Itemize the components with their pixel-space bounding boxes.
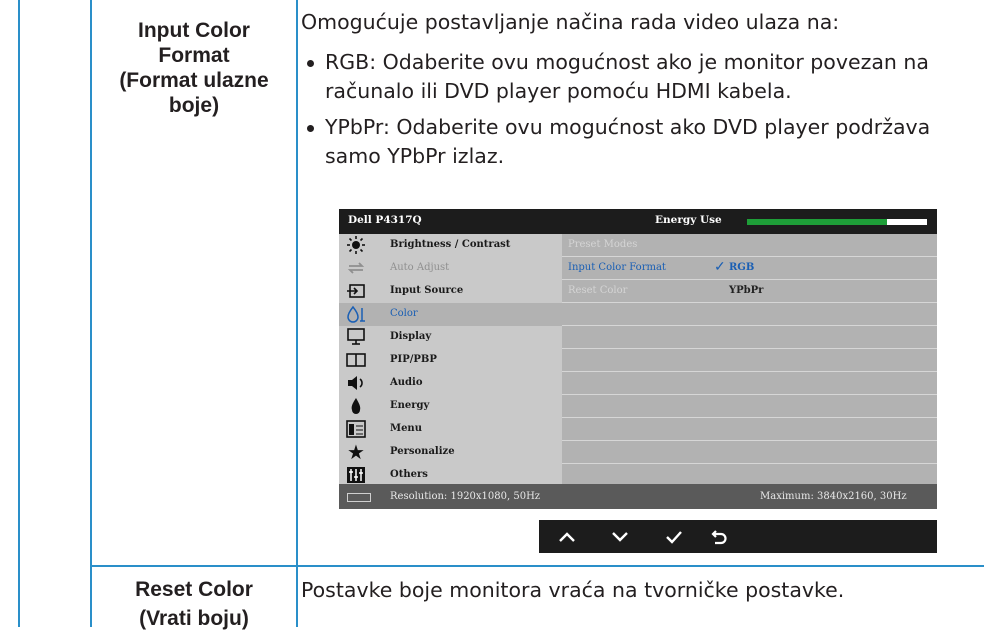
setting-name-input-color-format: Input Color Format (Format ulazne boje): [119, 19, 269, 117]
osd-menu-screenshot: Dell P4317Q Energy Use Brightness / Cont…: [339, 209, 937, 509]
energy-icon: [345, 396, 367, 416]
list-item: YPbPr: Odaberite ovu mogućnost ako DVD p…: [301, 113, 981, 171]
submenu-row-empty: [562, 441, 937, 464]
menu-item-brightness-contrast[interactable]: Brightness / Contrast: [339, 234, 562, 257]
resolution-icon: [347, 493, 371, 502]
energy-use-label: Energy Use: [655, 214, 722, 226]
setting-description: Postavke boje monitora vraća na tvorničk…: [301, 578, 845, 602]
menu-label: Personalize: [390, 446, 455, 457]
submenu-row-empty: [562, 418, 937, 441]
submenu-row-empty: [562, 349, 937, 372]
energy-use-fill: [747, 219, 888, 225]
option-list: RGB: Odaberite ovu mogućnost ako je moni…: [301, 48, 981, 178]
submenu-row-empty: [562, 464, 937, 486]
menu-label: PIP/PBP: [390, 354, 437, 365]
current-resolution: Resolution: 1920x1080, 50Hz: [390, 491, 541, 502]
submenu-row-reset-color[interactable]: Reset Color YPbPr: [562, 280, 937, 303]
menu-label: Color: [390, 308, 418, 319]
menu-item-input-source[interactable]: Input Source: [339, 280, 562, 303]
submenu-row-empty: [562, 395, 937, 418]
auto-adjust-icon: [345, 258, 367, 278]
pip-pbp-icon: [345, 350, 367, 370]
setting-name-reset-color: Reset Color (Vrati boju): [135, 578, 253, 630]
brightness-icon: [345, 235, 367, 255]
osd-submenu: Preset Modes Input Color Format ✓ RGB Re…: [562, 234, 937, 484]
option-ypbpr[interactable]: YPbPr: [729, 285, 763, 296]
menu-label: Energy: [390, 400, 430, 411]
maximum-resolution: Maximum: 3840x2160, 30Hz: [760, 491, 907, 502]
menu-label: Audio: [390, 377, 423, 388]
table-border-col2: [296, 0, 298, 627]
energy-use-bar: [747, 219, 927, 225]
submenu-label: Input Color Format: [568, 262, 666, 273]
energy-use-marker: [887, 219, 927, 225]
personalize-icon: ★: [347, 440, 365, 464]
submenu-label: Reset Color: [568, 285, 628, 296]
menu-label: Brightness / Contrast: [390, 239, 511, 250]
menu-item-personalize[interactable]: ★ Personalize: [339, 440, 562, 464]
osd-footer: Resolution: 1920x1080, 50Hz Maximum: 384…: [339, 484, 937, 509]
setting-description: Omogućuje postavljanje načina rada video…: [301, 10, 840, 34]
submenu-row-empty: [562, 303, 937, 326]
menu-item-display[interactable]: Display: [339, 326, 562, 349]
option-rgb[interactable]: RGB: [729, 262, 754, 273]
osd-navigation-bar: [539, 520, 937, 553]
down-icon[interactable]: [600, 520, 640, 553]
submenu-row-preset-modes[interactable]: Preset Modes: [562, 234, 937, 257]
table-border-left: [18, 0, 20, 627]
menu-label: Auto Adjust: [390, 262, 450, 273]
submenu-label: Preset Modes: [568, 239, 638, 250]
table-row-divider: [90, 565, 984, 567]
submenu-row-empty: [562, 372, 937, 395]
list-item: RGB: Odaberite ovu mogućnost ako je moni…: [301, 48, 981, 106]
submenu-row-empty: [562, 326, 937, 349]
submenu-row-input-color-format[interactable]: Input Color Format ✓ RGB: [562, 257, 937, 280]
back-icon[interactable]: [699, 520, 739, 553]
menu-item-pip-pbp[interactable]: PIP/PBP: [339, 349, 562, 372]
menu-item-audio[interactable]: Audio: [339, 372, 562, 395]
menu-item-menu[interactable]: Menu: [339, 418, 562, 441]
display-icon: [345, 327, 367, 347]
up-icon[interactable]: [547, 520, 587, 553]
menu-icon: [345, 419, 367, 439]
menu-label: Menu: [390, 423, 422, 434]
others-icon: [345, 465, 367, 485]
input-source-icon: [345, 281, 367, 301]
menu-label: Input Source: [390, 285, 464, 296]
osd-header: Dell P4317Q Energy Use: [339, 209, 937, 234]
check-icon[interactable]: [654, 520, 694, 553]
menu-label: Others: [390, 469, 428, 480]
check-icon: ✓: [714, 259, 726, 275]
osd-model-title: Dell P4317Q: [348, 214, 422, 226]
menu-item-auto-adjust[interactable]: Auto Adjust: [339, 257, 562, 280]
osd-main-menu: Brightness / Contrast Auto Adjust Input …: [339, 234, 562, 484]
audio-icon: [345, 373, 367, 393]
menu-item-color[interactable]: Color: [339, 303, 562, 326]
color-icon: [345, 304, 367, 324]
menu-label: Display: [390, 331, 432, 342]
menu-item-energy[interactable]: Energy: [339, 395, 562, 418]
